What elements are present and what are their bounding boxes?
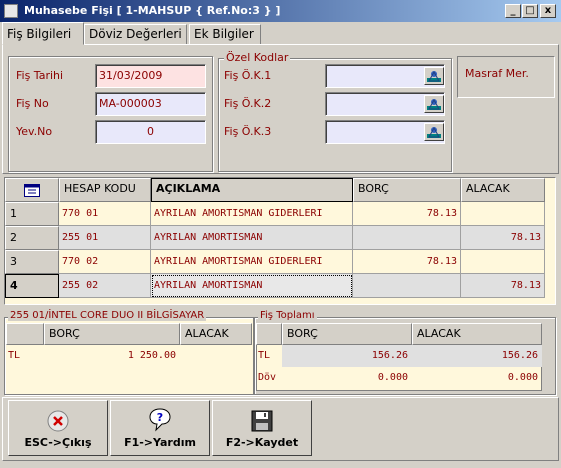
close-icon: [47, 410, 69, 432]
svg-text:?: ?: [157, 411, 163, 424]
cell-aciklama[interactable]: AYRILAN AMORTISMAN: [151, 274, 353, 298]
totals-row2-borc: 0.000: [377, 372, 408, 383]
account-corner: [6, 323, 44, 345]
maximize-button[interactable]: □: [522, 4, 538, 18]
header-hesap-kodu[interactable]: HESAP KODU: [59, 178, 151, 202]
totals-row2-alacak: 0.000: [507, 372, 538, 383]
lookup-icon[interactable]: [424, 123, 444, 141]
yev-no-field[interactable]: 0: [95, 120, 206, 144]
totals-corner: [256, 323, 282, 345]
fis-tarihi-label: Fiş Tarihi: [16, 69, 64, 82]
cell-borc[interactable]: 78.13: [353, 250, 461, 274]
cell-hesap-kodu[interactable]: 255 01: [59, 226, 151, 250]
row-number[interactable]: 1: [5, 202, 59, 226]
ozel-kodlar-title: Özel Kodlar: [224, 51, 291, 64]
tab-ek-bilgiler[interactable]: Ek Bilgiler: [189, 24, 261, 45]
cell-hesap-kodu[interactable]: 770 02: [59, 250, 151, 274]
tab-label: Fiş Bilgileri: [7, 27, 72, 41]
totals-row1-borc: 156.26: [282, 345, 412, 367]
account-borc-header[interactable]: BORÇ: [44, 323, 180, 345]
totals-row2-currency: Döv: [258, 372, 277, 383]
esc-exit-button[interactable]: ESC->Çıkış: [8, 400, 108, 456]
tab-label: Döviz Değerleri: [89, 27, 182, 41]
header-aciklama[interactable]: AÇIKLAMA: [151, 178, 353, 202]
account-alacak-header[interactable]: ALACAK: [180, 323, 252, 345]
cell-aciklama[interactable]: AYRILAN AMORTISMAN GIDERLERI: [151, 202, 353, 226]
fis-ok2-label: Fiş Ö.K.2: [224, 97, 272, 110]
cell-aciklama[interactable]: AYRILAN AMORTISMAN: [151, 226, 353, 250]
app-icon: [4, 4, 18, 18]
tab-fis-bilgileri[interactable]: Fiş Bilgileri: [2, 22, 84, 45]
yev-no-label: Yev.No: [16, 125, 53, 138]
cell-alacak[interactable]: 78.13: [461, 226, 545, 250]
esc-exit-label: ESC->Çıkış: [24, 436, 92, 449]
account-panel-title: 255 01/İNTEL CORE DUO II BİLGİSAYAR: [8, 310, 207, 321]
minimize-button[interactable]: _: [505, 4, 521, 18]
account-currency: TL: [8, 350, 21, 361]
floppy-disk-icon: [251, 410, 273, 432]
cell-hesap-kodu[interactable]: 770 01: [59, 202, 151, 226]
fis-ok3-label: Fiş Ö.K.3: [224, 125, 272, 138]
fis-no-label: Fiş No: [16, 97, 49, 110]
cell-alacak[interactable]: [461, 250, 545, 274]
account-alacak-value: [180, 345, 252, 367]
lookup-icon[interactable]: [424, 95, 444, 113]
tab-label: Ek Bilgiler: [194, 27, 254, 41]
header-alacak[interactable]: ALACAK: [461, 178, 545, 202]
row-number[interactable]: 2: [5, 226, 59, 250]
entries-grid[interactable]: HESAP KODU AÇIKLAMA BORÇ ALACAK 1 770 01…: [4, 177, 556, 305]
cell-alacak[interactable]: 78.13: [461, 274, 545, 298]
lookup-icon[interactable]: [424, 67, 444, 85]
f2-save-button[interactable]: F2->Kaydet: [212, 400, 312, 456]
account-borc-value: 1 250.00: [127, 350, 176, 361]
cell-aciklama[interactable]: AYRILAN AMORTISMAN GIDERLERI: [151, 250, 353, 274]
cell-borc[interactable]: [353, 274, 461, 298]
help-icon: ?: [149, 408, 171, 432]
tab-doviz-degerleri[interactable]: Döviz Değerleri: [84, 24, 187, 45]
window-titlebar[interactable]: Muhasebe Fişi [ 1-MAHSUP { Ref.No:3 } ] …: [0, 0, 561, 22]
f2-save-label: F2->Kaydet: [225, 436, 299, 449]
fis-ok1-label: Fiş Ö.K.1: [224, 69, 272, 82]
totals-row1-alacak: 156.26: [412, 345, 542, 367]
fis-toplami-title: Fiş Toplamı: [258, 310, 317, 321]
totals-borc-header[interactable]: BORÇ: [282, 323, 412, 345]
masraf-panel[interactable]: Masraf Mer.: [457, 56, 555, 98]
totals-alacak-header[interactable]: ALACAK: [412, 323, 542, 345]
cell-borc[interactable]: [353, 226, 461, 250]
cell-alacak[interactable]: [461, 202, 545, 226]
calendar-icon: [24, 184, 40, 197]
f1-help-label: F1->Yardım: [124, 436, 196, 449]
header-borc[interactable]: BORÇ: [353, 178, 461, 202]
totals-row1-currency: TL: [258, 350, 271, 361]
cell-hesap-kodu[interactable]: 255 02: [59, 274, 151, 298]
close-button[interactable]: x: [540, 4, 556, 18]
window-title: Muhasebe Fişi [ 1-MAHSUP { Ref.No:3 } ]: [24, 4, 281, 17]
f1-help-button[interactable]: ? F1->Yardım: [110, 400, 210, 456]
cell-borc[interactable]: 78.13: [353, 202, 461, 226]
row-number[interactable]: 3: [5, 250, 59, 274]
grid-corner[interactable]: [5, 178, 59, 202]
masraf-label: Masraf Mer.: [465, 67, 529, 80]
row-number[interactable]: 4: [5, 274, 59, 298]
fis-tarihi-field[interactable]: 31/03/2009: [95, 64, 206, 88]
fis-no-field[interactable]: MA-000003: [95, 92, 206, 116]
